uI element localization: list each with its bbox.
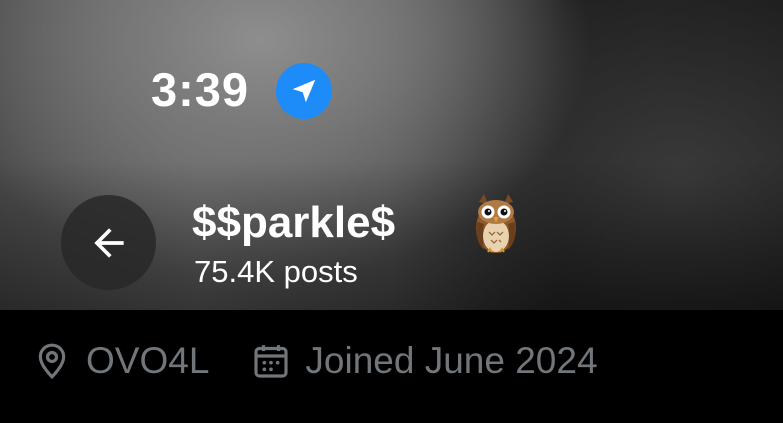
- posts-count: 75.4K posts: [194, 254, 358, 289]
- profile-banner: 3:39 $$parkle$ 75.4K posts: [0, 0, 783, 310]
- location-arrow-icon: [276, 63, 332, 119]
- calendar-icon: [251, 341, 291, 381]
- back-button[interactable]: [61, 195, 156, 290]
- status-bar-time: 3:39: [151, 63, 250, 116]
- profile-location: OVO4L: [86, 340, 210, 381]
- owl-emoji-icon: [476, 194, 516, 253]
- profile-display-name: $$parkle$: [192, 198, 396, 247]
- profile-meta-row: OVO4L Joined June 2024: [32, 336, 598, 386]
- profile-joined-date: Joined June 2024: [305, 340, 598, 381]
- arrow-left-icon: [93, 227, 124, 258]
- profile-info-bar: OVO4L Joined June 2024: [0, 310, 783, 423]
- map-pin-icon: [32, 339, 72, 383]
